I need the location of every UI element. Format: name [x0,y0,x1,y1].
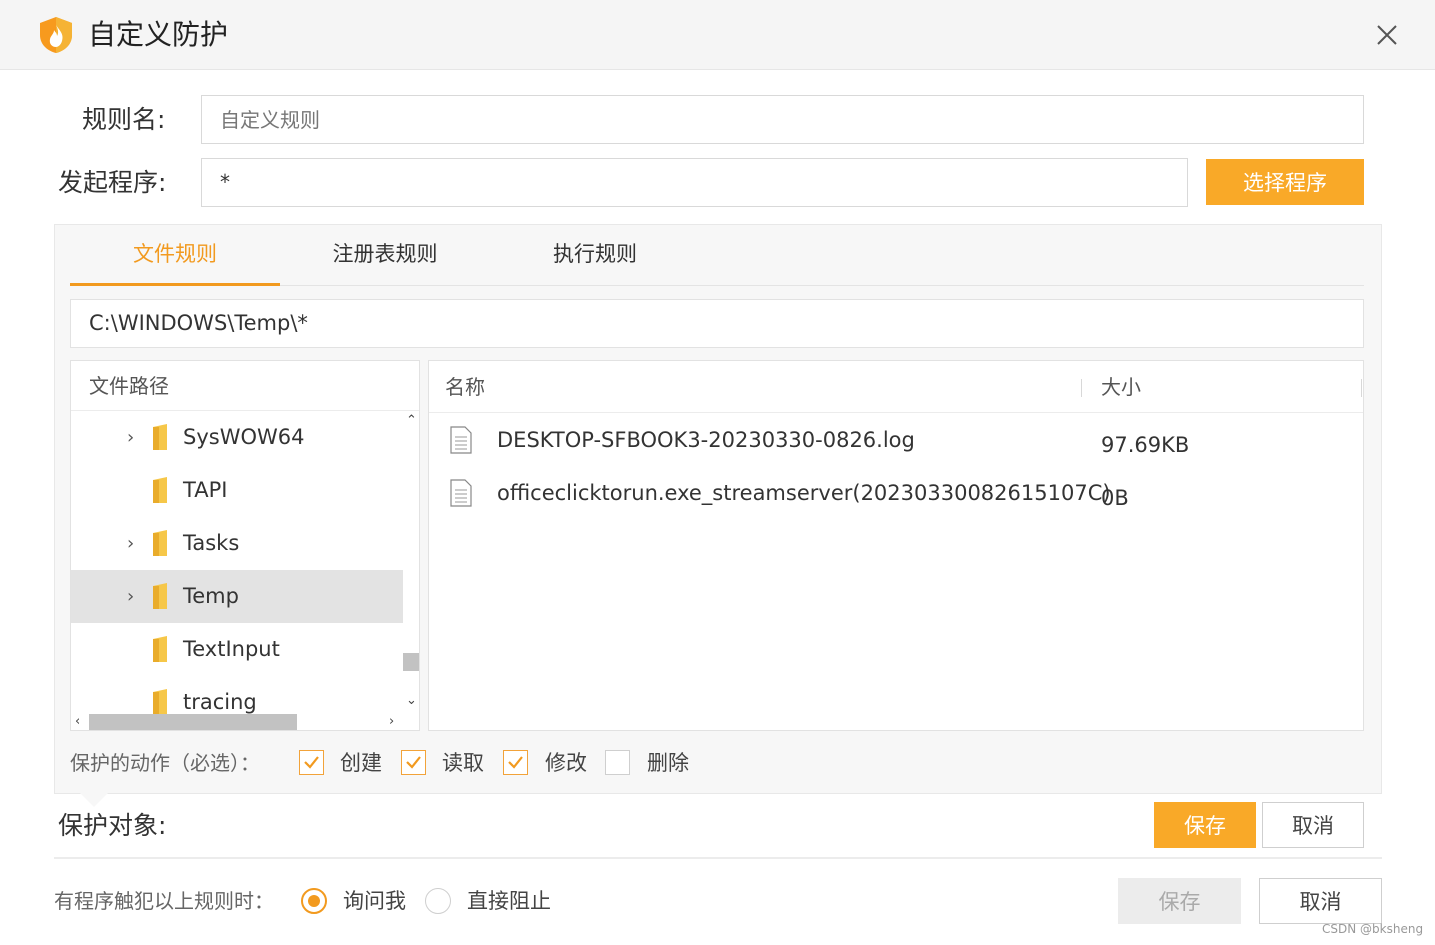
path-field[interactable]: C:\WINDOWS\Temp\* [70,299,1364,348]
radio-block-label[interactable]: 直接阻止 [467,884,551,918]
column-size[interactable]: 大小 [1101,361,1141,413]
column-name[interactable]: 名称 [445,361,485,413]
tree-item-tasks[interactable]: › Tasks [71,517,403,570]
checkmark-icon [508,756,523,769]
rule-name-label: 规则名: [82,105,166,134]
folder-icon [153,583,167,609]
checkbox-delete-label[interactable]: 删除 [647,746,689,780]
rule-name-input[interactable] [201,95,1364,144]
scroll-down-icon[interactable]: ⌄ [406,693,417,708]
scroll-thumb[interactable] [403,653,419,671]
tree-item-label: TextInput [183,637,280,661]
divider [54,857,1382,859]
window-title: 自定义防护 [88,18,229,51]
tree-header: 文件路径 [71,361,419,411]
folder-tree: 文件路径 › SysWOW64 TAPI › Tasks › Temp Text… [70,360,420,731]
checkmark-icon [406,756,421,769]
protect-target-label: 保护对象: [58,811,167,840]
select-program-button[interactable]: 选择程序 [1206,159,1364,205]
tree-vertical-scrollbar[interactable]: ⌃ ⌄ [403,411,419,716]
launcher-label: 发起程序: [58,168,167,197]
file-name: officeclicktorun.exe_streamserver(202303… [497,481,1111,505]
file-row[interactable]: DESKTOP-SFBOOK3-20230330-0826.log 97.69K… [429,414,1363,467]
file-size: 0B [1101,486,1129,510]
file-size: 97.69KB [1101,433,1190,457]
close-icon[interactable] [1372,20,1402,50]
file-icon [450,479,472,507]
file-row[interactable]: officeclicktorun.exe_streamserver(202303… [429,467,1363,520]
cancel-button[interactable]: 取消 [1259,878,1382,924]
tree-item-label: Temp [183,584,239,608]
tree-horizontal-scrollbar[interactable]: ‹ › [71,714,419,730]
tab-execute-rules[interactable]: 执行规则 [490,232,700,286]
folder-icon [153,636,167,662]
chevron-right-icon[interactable]: › [127,428,141,448]
launcher-input[interactable]: * [201,158,1188,207]
column-divider[interactable] [1081,379,1082,397]
radio-ask-me-label[interactable]: 询问我 [343,884,406,918]
folder-icon [153,477,167,503]
tree-item-label: SysWOW64 [183,425,305,449]
radio-block[interactable] [425,888,451,914]
scroll-thumb[interactable] [89,714,297,730]
tab-registry-rules[interactable]: 注册表规则 [280,232,490,286]
file-name: DESKTOP-SFBOOK3-20230330-0826.log [497,428,915,452]
chevron-right-icon[interactable]: › [127,587,141,607]
save-button[interactable]: 保存 [1118,878,1241,924]
scroll-up-icon[interactable]: ⌃ [406,413,417,428]
folder-icon [153,689,167,715]
actions-label: 保护的动作（必选）： [70,751,260,775]
folder-icon [153,530,167,556]
panel-notch [80,793,108,807]
checkbox-create[interactable] [299,750,324,775]
checkbox-create-label[interactable]: 创建 [340,746,382,780]
tree-item-label: TAPI [183,478,228,502]
file-list-header: 名称 大小 [429,361,1363,413]
checkbox-modify[interactable] [503,750,528,775]
tab-file-rules[interactable]: 文件规则 [70,232,280,286]
tree-item-syswow64[interactable]: › SysWOW64 [71,411,403,464]
tree-item-textinput[interactable]: TextInput [71,623,403,676]
folder-icon [153,424,167,450]
file-list: 名称 大小 DESKTOP-SFBOOK3-20230330-0826.log … [428,360,1364,731]
title-bar: 自定义防护 [0,0,1435,70]
watermark-text: CSDN @bksheng [1322,922,1424,936]
checkbox-modify-label[interactable]: 修改 [545,746,587,780]
cancel-rule-button[interactable]: 取消 [1262,802,1364,848]
tree-item-tapi[interactable]: TAPI [71,464,403,517]
checkbox-read-label[interactable]: 读取 [442,746,484,780]
save-rule-button[interactable]: 保存 [1154,802,1256,848]
chevron-right-icon[interactable]: › [127,534,141,554]
scroll-right-icon[interactable]: › [389,714,394,729]
scroll-left-icon[interactable]: ‹ [75,714,80,729]
checkmark-icon [304,756,319,769]
tree-item-temp[interactable]: › Temp [71,570,403,623]
checkbox-delete[interactable] [605,750,630,775]
trigger-label: 有程序触犯以上规则时： [54,889,274,913]
column-divider[interactable] [1361,379,1362,397]
file-icon [450,426,472,454]
tree-item-label: Tasks [183,531,240,555]
checkbox-read[interactable] [401,750,426,775]
rule-tabs: 文件规则 注册表规则 执行规则 [70,232,1364,286]
flame-shield-icon [40,17,72,53]
radio-ask-me[interactable] [301,888,327,914]
